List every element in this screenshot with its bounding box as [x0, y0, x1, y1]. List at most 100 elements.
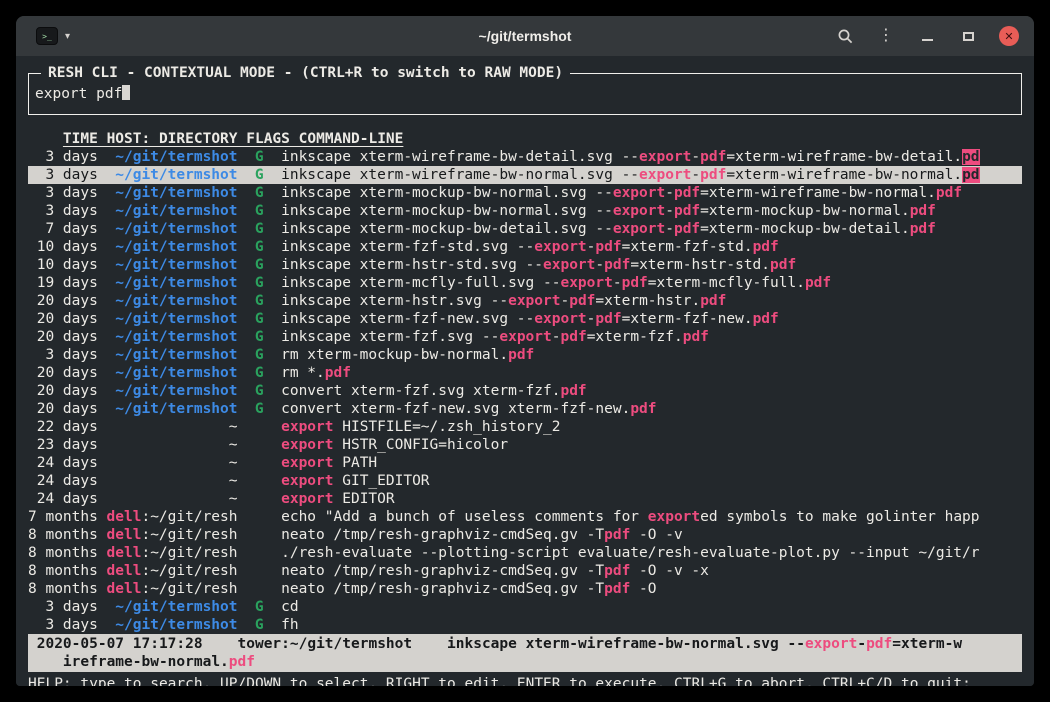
row-time: 3 days [28, 598, 98, 616]
history-row[interactable]: 3 days~/git/termshotGinkscape xterm-mock… [28, 184, 1022, 202]
row-host-directory: ~/git/termshot [107, 364, 238, 382]
history-row[interactable]: 7 days~/git/termshotGinkscape xterm-mock… [28, 220, 1022, 238]
history-row[interactable]: 20 days~/git/termshotGinkscape xterm-fzf… [28, 328, 1022, 346]
history-row[interactable]: 8 months dell:~/git/resh neato /tmp/resh-g… [28, 562, 1022, 580]
row-flags: G [246, 220, 281, 238]
row-directory: :~/git/resh [141, 509, 237, 525]
row-command: inkscape xterm-hstr-std.svg --export-pdf… [281, 256, 1022, 274]
row-flags [246, 454, 281, 472]
row-command: cd [281, 598, 1022, 616]
cmd-segment: export [613, 185, 665, 201]
cmd-segment: inkscape xterm-fzf.svg -- [281, 329, 499, 345]
cmd-segment: pdf [325, 365, 351, 381]
cmd-segment: inkscape xterm-mcfly-full.svg -- [281, 275, 560, 291]
history-row[interactable]: 3 days~/git/termshotGfh [28, 616, 1022, 634]
cmd-segment: inkscape xterm-fzf-std.svg -- [281, 239, 534, 255]
row-command: export GIT_EDITOR [281, 472, 1022, 490]
titlebar-controls: ⋮ ✕ [835, 26, 1019, 46]
search-box[interactable]: RESH CLI - CONTEXTUAL MODE - (CTRL+R to … [28, 73, 1022, 115]
history-row[interactable]: 24 days~export EDITOR [28, 490, 1022, 508]
cmd-segment: export [281, 419, 333, 435]
history-row-selected[interactable]: 3 days~/git/termshotGinkscape xterm-wire… [28, 166, 1022, 184]
row-command: neato /tmp/resh-graphviz-cmdSeq.gv -Tpdf… [281, 562, 1022, 580]
row-host-directory: ~/git/termshot [107, 274, 238, 292]
restore-button[interactable] [958, 26, 978, 46]
row-flags: G [246, 616, 281, 634]
history-row[interactable]: 10 days~/git/termshotGinkscape xterm-fzf… [28, 238, 1022, 256]
history-row[interactable]: 22 days~export HISTFILE=~/.zsh_history_2 [28, 418, 1022, 436]
cmd-segment: convert xterm-fzf.svg xterm-fzf. [281, 383, 560, 399]
row-host-directory: dell:~/git/resh [107, 544, 238, 562]
history-row[interactable]: 8 monthsdell:~/git/reshneato /tmp/resh-g… [28, 526, 1022, 544]
titlebar[interactable]: >_ ▾ ~/git/termshot ⋮ ✕ [16, 16, 1034, 56]
cmd-segment: pdf [595, 239, 621, 255]
row-host-directory: dell:~/git/resh [107, 526, 238, 544]
row-directory: ~/git/termshot [115, 239, 237, 255]
row-time: 3 days [28, 184, 98, 202]
close-button[interactable]: ✕ [999, 26, 1019, 46]
minimize-button[interactable] [917, 26, 937, 46]
history-row[interactable]: 3 days~/git/termshotGrm xterm-mockup-bw-… [28, 346, 1022, 364]
history-row[interactable]: 24 days~export PATH [28, 454, 1022, 472]
cmd-segment: - [665, 221, 674, 237]
chevron-down-icon[interactable]: ▾ [65, 31, 70, 42]
row-time: 20 days [28, 364, 98, 382]
cmd-segment: cd [281, 599, 298, 615]
cmd-segment: rm *. [281, 365, 325, 381]
row-directory: ~ [229, 437, 238, 453]
row-time: 3 days [28, 346, 98, 364]
cmd-segment: =xterm-fzf-std. [622, 239, 753, 255]
cmd-segment: pdf [674, 185, 700, 201]
row-host-directory: dell:~/git/resh [107, 562, 238, 580]
history-row[interactable]: 3 days~/git/termshotGcd [28, 598, 1022, 616]
row-command: neato /tmp/resh-graphviz-cmdSeq.gv -Tpdf… [281, 526, 1022, 544]
row-flags [246, 436, 281, 454]
search-box-title: RESH CLI - CONTEXTUAL MODE - (CTRL+R to … [41, 64, 570, 82]
history-row[interactable]: 23 days~export HSTR_CONFIG=hicolor [28, 436, 1022, 454]
history-row[interactable]: 3 days~/git/termshotGinkscape xterm-mock… [28, 202, 1022, 220]
row-flags: G [246, 166, 281, 184]
row-time: 8 months [28, 580, 98, 598]
row-command: convert xterm-fzf-new.svg xterm-fzf-new.… [281, 400, 1022, 418]
row-time: 19 days [28, 274, 98, 292]
cmd-segment: fh [281, 617, 298, 633]
history-row[interactable]: 3 days~/git/termshotGinkscape xterm-wire… [28, 148, 1022, 166]
history-row[interactable]: 8 monthsdell:~/git/reshneato /tmp/resh-g… [28, 580, 1022, 598]
row-command: rm xterm-mockup-bw-normal.pdf [281, 346, 1022, 364]
row-directory: ~/git/termshot [115, 167, 237, 183]
history-row[interactable]: 7 monthsdell:~/git/reshecho "Add a bunch… [28, 508, 1022, 526]
history-row[interactable]: 20 days~/git/termshotGconvert xterm-fzf-… [28, 400, 1022, 418]
cmd-segment: =xterm-mockup-bw-normal. [700, 203, 910, 219]
row-host: dell [107, 563, 142, 579]
row-command: echo "Add a bunch of useless comments fo… [281, 508, 1022, 526]
cmd-segment: =xterm-wireframe-bw-normal. [700, 185, 936, 201]
row-command: fh [281, 616, 1022, 634]
row-flags: G [246, 256, 281, 274]
history-row[interactable]: 8 monthsdell:~/git/resh./resh-evaluate -… [28, 544, 1022, 562]
cmd-segment: inkscape xterm-mockup-bw-normal.svg -- [281, 185, 613, 201]
row-time: 20 days [28, 328, 98, 346]
history-row[interactable]: 20 days~/git/termshotGconvert xterm-fzf.… [28, 382, 1022, 400]
row-time: 20 days [28, 310, 98, 328]
cmd-segment: export [613, 221, 665, 237]
history-row[interactable]: 20 days~/git/termshotGrm *.pdf [28, 364, 1022, 382]
row-time: 8 months [28, 562, 98, 580]
search-icon[interactable] [835, 26, 855, 46]
history-row[interactable]: 20 days~/git/termshotGinkscape xterm-fzf… [28, 310, 1022, 328]
row-command: inkscape xterm-wireframe-bw-detail.svg -… [281, 148, 1022, 166]
tab-switcher[interactable]: >_ ▾ [36, 27, 70, 45]
history-row[interactable]: 20 days~/git/termshotGinkscape xterm-hst… [28, 292, 1022, 310]
history-row[interactable]: 19 days~/git/termshotGinkscape xterm-mcf… [28, 274, 1022, 292]
cmd-segment: pdf [910, 221, 936, 237]
history-row[interactable]: 10 days~/git/termshotGinkscape xterm-hst… [28, 256, 1022, 274]
cmd-segment: export [639, 167, 691, 183]
history-row[interactable]: 24 days~export GIT_EDITOR [28, 472, 1022, 490]
kebab-glyph: ⋮ [878, 28, 894, 44]
cmd-segment: pdf [508, 347, 534, 363]
row-flags: G [246, 292, 281, 310]
row-host-directory: ~ [107, 418, 238, 436]
detail-panel: 2020-05-07 17:17:28 tower:~/git/termshot… [28, 634, 1022, 672]
row-host-directory: dell:~/git/resh [107, 580, 238, 598]
menu-kebab-icon[interactable]: ⋮ [876, 26, 896, 46]
cmd-segment: pdf [630, 401, 656, 417]
